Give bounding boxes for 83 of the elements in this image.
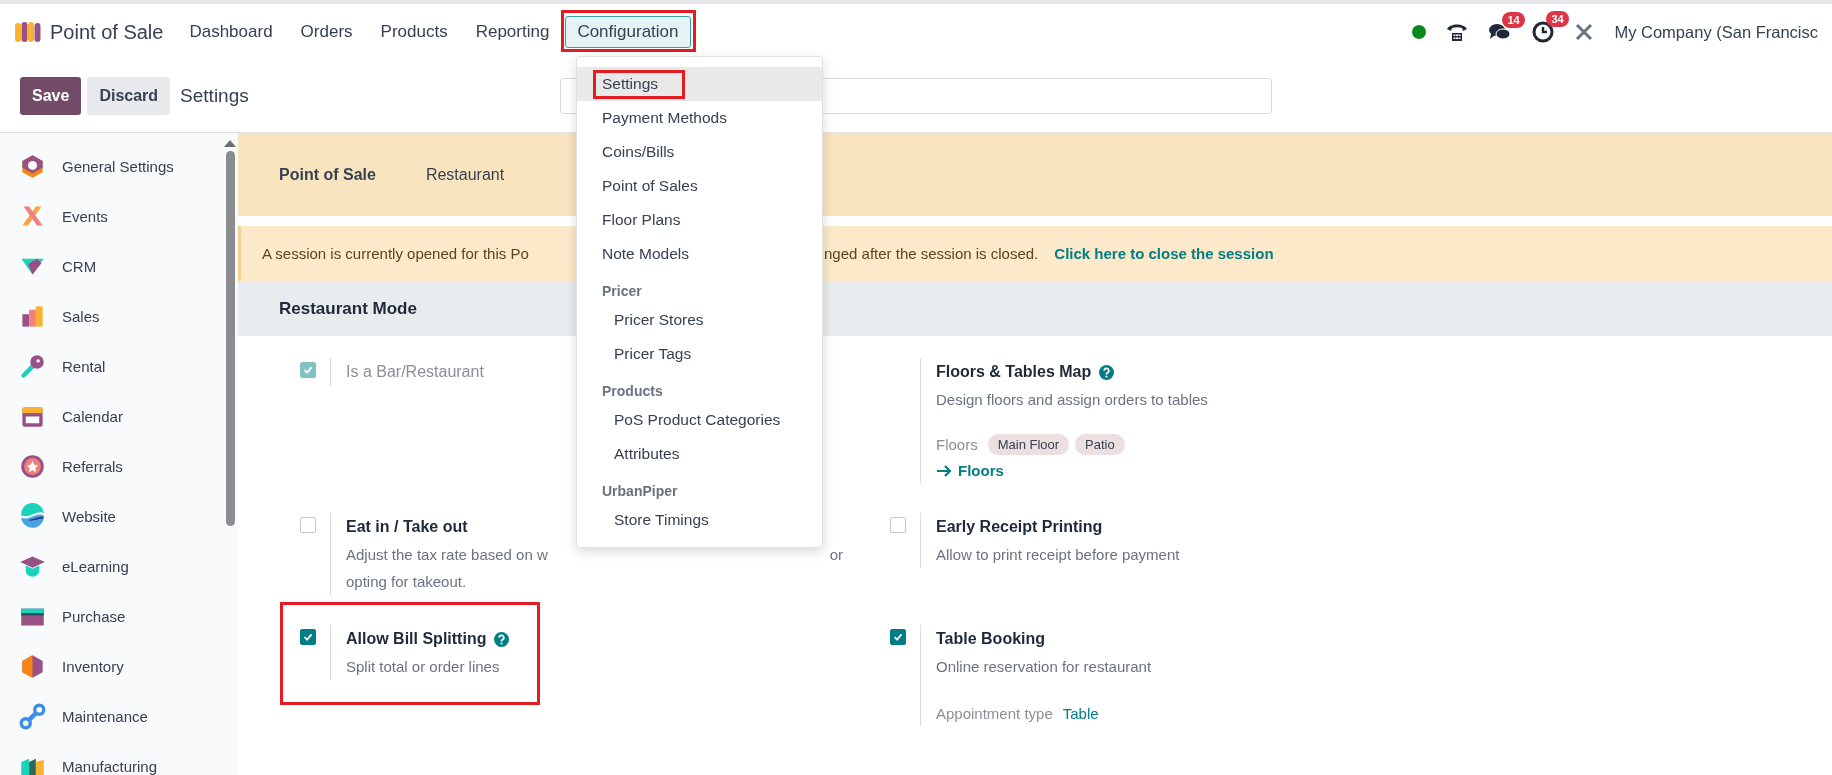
menu-group-header: Pricer (601, 282, 643, 301)
menu-group-header: Products (601, 382, 664, 401)
help-icon[interactable] (494, 631, 510, 647)
sidebar-item[interactable]: Events (0, 191, 222, 241)
setting-title: Early Receipt Printing (936, 517, 1103, 537)
dropdown-item[interactable]: Pricer Tags (577, 337, 822, 371)
scroll-up-icon[interactable] (224, 139, 236, 147)
close-session-link[interactable]: Click here to close the session (1054, 245, 1274, 262)
setting-title: Floors & Tables Map (936, 362, 1092, 382)
menu-tab[interactable]: Configuration (565, 16, 691, 48)
dropdown-item[interactable]: Floor Plans (577, 203, 822, 237)
awning-icon[interactable] (14, 20, 42, 44)
clock-icon[interactable] (1532, 21, 1555, 43)
settings-tab[interactable]: Point of Sale (279, 165, 376, 184)
dropdown-item[interactable]: Point of Sales (577, 169, 822, 203)
notice-text: nged after the session is closed. (824, 245, 1039, 262)
sidebar-item[interactable]: Sales (0, 291, 222, 341)
notice-text: A session is currently opened for this Po (262, 245, 529, 262)
settings-tab[interactable]: Restaurant (425, 165, 505, 184)
sidebar-item[interactable]: Purchase (0, 591, 222, 641)
menu-tab[interactable]: Dashboard (177, 16, 285, 48)
dropdown-item[interactable]: PoS Product Categories (577, 403, 822, 437)
setting-title: Allow Bill Splitting (346, 629, 487, 649)
setting-description: Design floors and assign orders to tables (936, 390, 1208, 410)
setting-description: or (829, 545, 843, 565)
field-label: Floors (936, 435, 978, 453)
sidebar-item[interactable]: Maintenance (0, 691, 222, 741)
chat-icon[interactable] (1488, 22, 1513, 42)
setting-description: Allow to print receipt before payment (936, 545, 1180, 565)
notification-badge: 34 (1546, 11, 1569, 27)
wave-icon (19, 502, 46, 530)
setting-title: Eat in / Take out (346, 517, 468, 537)
star-badge-icon (19, 452, 46, 480)
app-title[interactable]: Point of Sale (50, 20, 164, 44)
status-dot-icon (1412, 25, 1427, 39)
dropdown-item[interactable]: Attributes (577, 437, 822, 471)
menu-tab[interactable]: Products (368, 16, 460, 48)
checkbox[interactable] (300, 517, 316, 533)
box-icon (19, 652, 46, 680)
menu-tab[interactable]: Reporting (463, 16, 562, 48)
dropdown-item[interactable]: Settings (577, 67, 822, 101)
setting-description: opting for takeout. (346, 572, 468, 592)
save-button[interactable]: Save (20, 77, 82, 115)
phone-icon[interactable] (1446, 22, 1469, 42)
notification-badge: 14 (1502, 12, 1525, 28)
floors-link[interactable]: Floors (936, 459, 1208, 483)
checkbox[interactable] (890, 517, 906, 533)
setting-title: Table Booking (936, 629, 1046, 649)
dropdown-item[interactable]: Payment Methods (577, 101, 822, 135)
arrow-right-icon (936, 464, 952, 478)
setting-description: Split total or order lines (346, 657, 501, 677)
help-icon[interactable] (1099, 364, 1115, 380)
chain-icon (19, 702, 46, 730)
sidebar-item[interactable]: Calendar (0, 391, 222, 441)
sidebar-item[interactable]: CRM (0, 241, 222, 291)
field-value[interactable]: Table (1062, 704, 1099, 722)
setting-description: Adjust the tax rate based on w (346, 545, 548, 565)
checkbox[interactable] (300, 629, 316, 645)
sidebar-item[interactable]: Rental (0, 341, 222, 391)
dropdown-item[interactable]: Store Timings (577, 503, 822, 537)
sidebar-item[interactable]: Website (0, 491, 222, 541)
field-label: Appointment type (936, 704, 1053, 722)
floor-tag[interactable]: Patio (1075, 433, 1125, 455)
sidebar-item[interactable]: General Settings (0, 141, 222, 191)
discard-button[interactable]: Discard (87, 77, 171, 115)
dropdown-item[interactable]: Coins/Bills (577, 135, 822, 169)
hexagon-icon (19, 152, 46, 180)
company-switcher[interactable]: My Company (San Francisc (1614, 22, 1818, 42)
setting-description: Online reservation for restaurant (936, 657, 1152, 677)
setting-title: Is a Bar/Restaurant (346, 362, 484, 382)
menu-tab[interactable]: Orders (288, 16, 365, 48)
sidebar-item[interactable]: eLearning (0, 541, 222, 591)
dropdown-item[interactable]: Note Models (577, 237, 822, 271)
sidebar-item[interactable]: Manufacturing (0, 741, 222, 775)
key-icon (19, 352, 46, 380)
sidebar-item[interactable]: Inventory (0, 641, 222, 691)
scrollbar-thumb[interactable] (225, 151, 235, 526)
sidebar-item[interactable]: Referrals (0, 441, 222, 491)
breadcrumb: Settings (180, 85, 249, 107)
floor-tag[interactable]: Main Floor (987, 433, 1070, 455)
checkbox[interactable] (890, 629, 906, 645)
menu-group-header: UrbanPiper (601, 482, 679, 501)
dropdown-item[interactable]: Pricer Stores (577, 303, 822, 337)
